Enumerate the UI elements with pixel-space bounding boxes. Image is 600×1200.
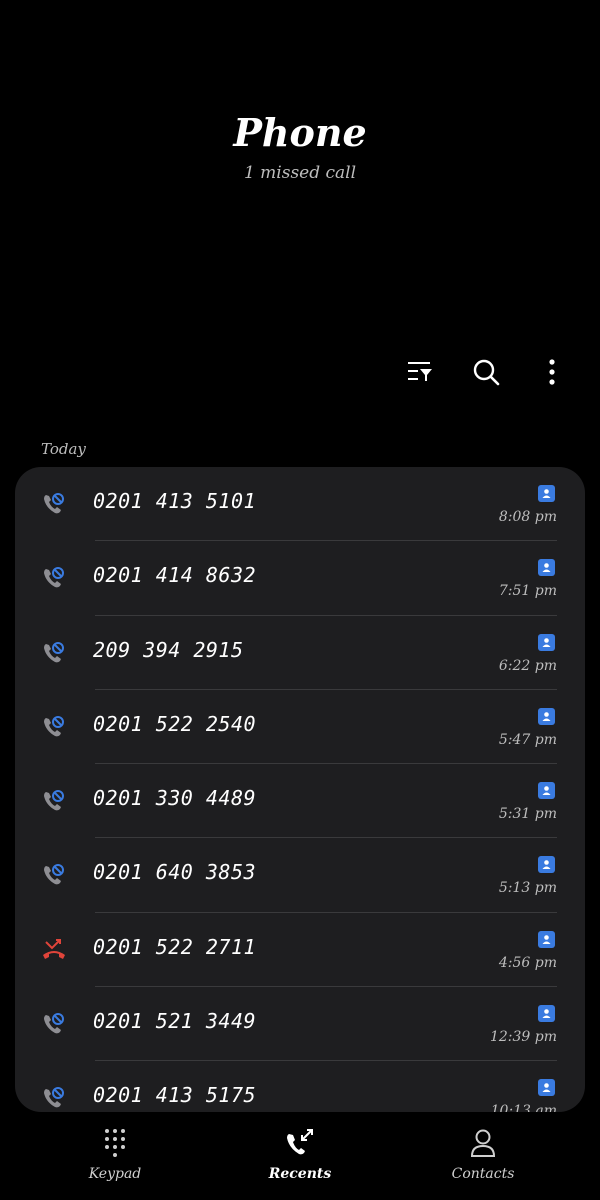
call-log-row[interactable]: 209 394 2915 6:22 pm [15,616,585,690]
contact-details-button[interactable] [538,856,555,874]
phone-number: 0201 522 2711 [93,934,257,959]
phone-number: 0201 521 3449 [93,1009,257,1034]
call-time: 7:51 pm [498,583,557,600]
contact-card-icon [542,489,551,498]
call-log-row[interactable]: 0201 330 4489 5:31 pm [15,764,585,839]
call-log-row[interactable]: 0201 521 3449 12:39 pm [15,987,585,1062]
call-log-list: 0201 413 5101 8:08 pm 0201 414 8632 7:51… [15,467,585,1112]
blocked-call-icon [44,790,64,811]
contact-details-button[interactable] [538,782,555,800]
keypad-icon [105,1129,125,1157]
contact-card-icon [542,860,551,870]
call-time: 12:39 pm [489,1029,557,1046]
more-options-button[interactable] [534,352,570,392]
contact-details-button[interactable] [538,930,555,948]
contact-details-button[interactable] [538,1005,555,1023]
contact-details-button[interactable] [538,707,555,725]
contact-details-button[interactable] [538,559,555,577]
contact-details-button[interactable] [538,1079,555,1097]
call-log-row[interactable]: 0201 413 5101 8:08 pm [15,467,585,542]
call-time: 5:31 pm [498,806,557,823]
filter-button[interactable] [402,352,438,392]
phone-number: 0201 413 5101 [93,489,257,513]
contact-details-button[interactable] [538,633,555,651]
search-icon [473,359,500,386]
nav-recents-label: Recents [268,1166,332,1182]
contact-card-icon [542,637,551,647]
contact-card-icon [542,786,551,796]
blocked-call-icon [44,864,64,885]
contact-card-icon [542,934,551,944]
contact-card-icon [542,563,551,573]
blocked-call-icon [44,567,64,588]
call-time: 8:08 pm [498,509,557,525]
contacts-icon [470,1129,496,1157]
phone-number: 0201 330 4489 [93,786,257,811]
nav-recents[interactable]: Recents [220,1126,380,1182]
call-log-row[interactable]: 0201 640 3853 5:13 pm [15,838,585,913]
phone-number: 0201 414 8632 [93,563,257,588]
more-vert-icon [549,359,555,385]
contact-card-icon [542,712,551,721]
page-title: Phone [233,110,367,155]
phone-number: 0201 413 5175 [93,1083,257,1108]
phone-number: 209 394 2915 [93,637,244,662]
toolbar [402,352,570,392]
call-time: 4:56 pm [498,954,557,971]
blocked-call-icon [44,1087,64,1108]
section-label-today: Today [41,440,86,458]
contact-card-icon [542,1009,551,1019]
missed-call-icon [43,938,65,959]
nav-keypad-label: Keypad [88,1166,142,1182]
call-log-row[interactable]: 0201 522 2540 5:47 pm [15,690,585,765]
nav-keypad[interactable]: Keypad [35,1126,195,1182]
blocked-call-icon [44,715,64,737]
phone-number: 0201 640 3853 [93,860,257,885]
call-log-row[interactable]: 0201 413 5175 10:13 am [15,1061,585,1112]
search-button[interactable] [468,352,504,392]
nav-contacts-label: Contacts [451,1166,515,1182]
call-log-row[interactable]: 0201 414 8632 7:51 pm [15,541,585,616]
filter-icon [408,362,432,381]
contact-details-button[interactable] [538,485,555,502]
blocked-call-icon [44,641,64,662]
call-time: 10:13 am [490,1103,557,1112]
call-log-row[interactable]: 0201 522 2711 4:56 pm [15,913,585,988]
phone-number: 0201 522 2540 [93,711,257,736]
header: Phone 1 missed call [0,0,600,230]
call-time: 6:22 pm [498,657,557,674]
blocked-call-icon [44,493,64,514]
contact-card-icon [542,1083,551,1093]
missed-call-summary: 1 missed call [243,163,357,183]
blocked-call-icon [44,1013,64,1034]
bottom-navigation: Keypad Recents Contacts [0,1112,600,1200]
recents-call-icon [287,1129,313,1155]
nav-contacts[interactable]: Contacts [403,1126,563,1182]
call-time: 5:13 pm [498,880,557,897]
call-time: 5:47 pm [498,731,557,748]
